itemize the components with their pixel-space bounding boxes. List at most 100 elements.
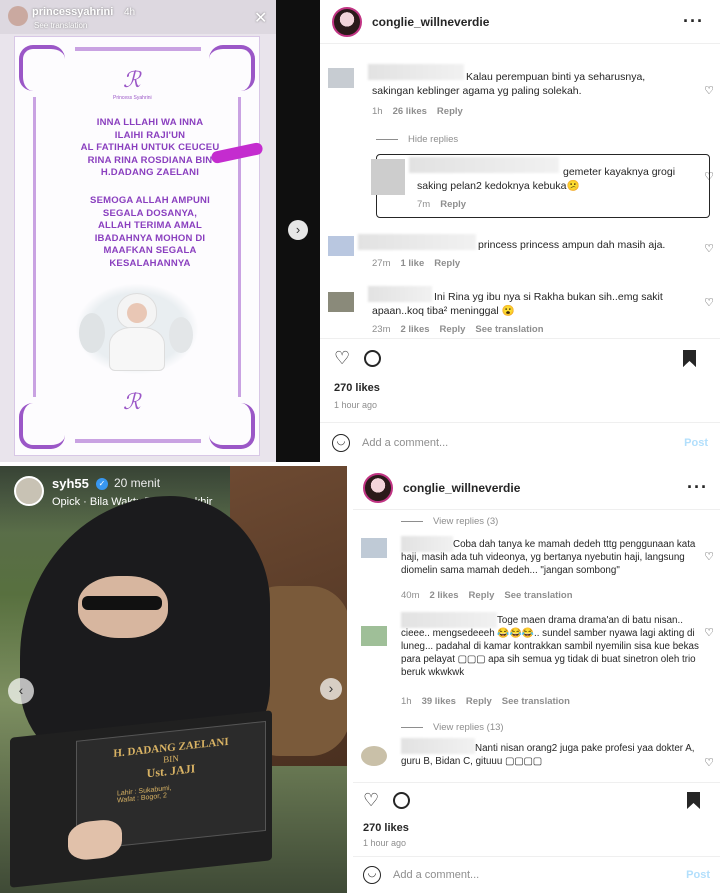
reply-text: gemeter kayaknya grogi saking pelan2 ked…: [417, 166, 676, 192]
like-heart-icon[interactable]: ♡: [363, 790, 379, 811]
comment-item: Coba dah tanya ke mamah dedeh tttg pengg…: [361, 536, 712, 601]
commenter-avatar[interactable]: [328, 236, 354, 256]
close-icon[interactable]: ✕: [254, 8, 267, 28]
ornament-bottom-right: [209, 403, 255, 449]
sunglasses: [82, 596, 162, 610]
post-header: conglie_willneverdie ···: [353, 466, 720, 510]
like-count[interactable]: 270 likes: [363, 822, 409, 834]
post-age: 1 hour ago: [334, 400, 378, 410]
bottom-border-line: [75, 439, 201, 443]
more-options-icon[interactable]: ···: [683, 11, 704, 32]
story-username[interactable]: syh55: [52, 476, 89, 491]
text-line: SEMOGA ALLAH AMPUNI: [90, 195, 210, 206]
commenter-avatar[interactable]: [361, 538, 387, 558]
user-avatar[interactable]: [332, 6, 362, 37]
reply-button[interactable]: Reply: [437, 106, 463, 117]
story-avatar[interactable]: [14, 476, 44, 506]
like-comment-icon[interactable]: ♡: [704, 170, 714, 183]
prev-arrow-icon[interactable]: ‹: [8, 678, 34, 704]
see-translation-link[interactable]: See translation: [34, 21, 87, 30]
commenter-avatar[interactable]: [361, 746, 387, 766]
like-comment-icon[interactable]: ♡: [704, 550, 714, 563]
view-replies-label[interactable]: View replies (3): [433, 516, 498, 527]
comment-meta: 1h 26 likes Reply: [372, 106, 473, 117]
add-comment-bar: ◡ Add a comment... Post: [353, 856, 720, 893]
emoji-icon[interactable]: ◡: [363, 866, 381, 884]
user-avatar[interactable]: [363, 472, 393, 503]
like-comment-icon[interactable]: ♡: [704, 242, 714, 255]
emoji-icon[interactable]: ◡: [332, 433, 350, 452]
text-line: KESALAHANNYA: [109, 257, 191, 269]
post-button[interactable]: Post: [684, 437, 708, 449]
reply-button[interactable]: Reply: [466, 696, 492, 707]
comment-likes[interactable]: 2 likes: [400, 324, 429, 335]
replies-line: [401, 520, 423, 522]
like-comment-icon[interactable]: ♡: [704, 756, 714, 769]
see-translation-link[interactable]: See translation: [504, 590, 572, 601]
comment-item: Ini Rina yg ibu nya si Rakha bukan sih..…: [328, 286, 712, 338]
post-username[interactable]: conglie_willneverdie: [372, 15, 489, 29]
like-comment-icon[interactable]: ♡: [704, 626, 714, 639]
comment-meta: 40m 2 likes Reply See translation: [401, 590, 583, 601]
ornament-top-left: [19, 45, 65, 91]
hide-replies-label[interactable]: Hide replies: [408, 134, 458, 145]
text-line: MAAFKAN SEGALA: [103, 245, 197, 256]
see-translation-link[interactable]: See translation: [475, 324, 543, 335]
view-replies-toggle[interactable]: View replies (3): [401, 516, 498, 527]
reply-avatar[interactable]: [371, 159, 405, 195]
reply-button[interactable]: Reply: [434, 258, 460, 269]
replies-line: [376, 138, 398, 140]
post-username[interactable]: conglie_willneverdie: [403, 481, 520, 495]
post-age: 1 hour ago: [363, 838, 407, 848]
story-username[interactable]: princessyahrini: [32, 6, 113, 18]
add-comment-input[interactable]: Add a comment...: [393, 869, 479, 881]
comment-item: Kalau perempuan binti ya seharusnya, sak…: [328, 62, 712, 122]
add-comment-input[interactable]: Add a comment...: [362, 437, 448, 449]
hand: [68, 817, 122, 862]
divider: [320, 338, 720, 339]
text-line: H.DADANG ZAELANI: [100, 167, 200, 178]
comment-time: 1h: [401, 696, 412, 707]
like-heart-icon[interactable]: ♡: [334, 348, 350, 369]
comment-bubble-icon[interactable]: [364, 350, 382, 367]
ps-logo-top: ℛ: [123, 67, 141, 92]
commenter-avatar[interactable]: [328, 68, 354, 88]
comment-text: Coba dah tanya ke mamah dedeh tttg pengg…: [401, 539, 696, 576]
like-count[interactable]: 270 likes: [334, 382, 380, 394]
story-avatar[interactable]: [8, 6, 28, 26]
commenter-avatar[interactable]: [328, 292, 354, 312]
bookmark-icon[interactable]: [683, 350, 696, 367]
post-actions: ♡: [334, 348, 706, 369]
next-arrow-icon[interactable]: ›: [320, 678, 342, 700]
like-comment-icon[interactable]: ♡: [704, 84, 714, 97]
more-options-icon[interactable]: ···: [687, 477, 708, 498]
ornament-bottom-left: [19, 403, 65, 449]
comment-likes[interactable]: 2 likes: [429, 590, 458, 601]
view-replies-toggle[interactable]: View replies (13): [401, 722, 504, 733]
reply-button[interactable]: Reply: [440, 199, 466, 210]
comment-likes[interactable]: 39 likes: [422, 696, 456, 707]
like-comment-icon[interactable]: ♡: [704, 296, 714, 309]
comment-meta: 23m 2 likes Reply See translation: [372, 324, 554, 335]
commenter-avatar[interactable]: [361, 626, 387, 646]
face: [127, 303, 147, 323]
comment-text: princess princess ampun dah masih aja.: [478, 239, 666, 251]
comment-bubble-icon[interactable]: [393, 792, 411, 809]
comment-likes[interactable]: 26 likes: [393, 106, 427, 117]
story-time: 20 menit: [114, 476, 161, 490]
post-button[interactable]: Post: [686, 869, 710, 881]
comment-item: princess princess ampun dah masih aja. 2…: [328, 232, 712, 272]
story-bottom: syh55 ✓ 20 menit Opick · Bila Waktu T'la…: [0, 466, 347, 893]
see-translation-link[interactable]: See translation: [502, 696, 570, 707]
next-arrow-icon[interactable]: ›: [288, 220, 308, 240]
comment-likes[interactable]: 1 like: [400, 258, 424, 269]
bookmark-icon[interactable]: [687, 792, 700, 809]
story-header: princessyahrini 4h See translation ✕: [0, 0, 276, 34]
text-line: ALLAH TERIMA AMAL: [97, 220, 202, 231]
hide-replies-toggle[interactable]: Hide replies: [376, 134, 458, 145]
view-replies-label[interactable]: View replies (13): [433, 722, 504, 733]
add-comment-bar: ◡ Add a comment... Post: [320, 422, 720, 462]
reply-button[interactable]: Reply: [440, 324, 466, 335]
highlighted-reply: gemeter kayaknya grogi saking pelan2 ked…: [371, 154, 710, 218]
reply-button[interactable]: Reply: [469, 590, 495, 601]
